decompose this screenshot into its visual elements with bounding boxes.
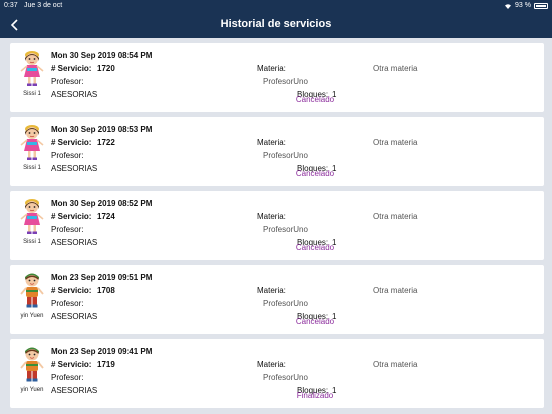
materia-value: Otra materia — [373, 286, 418, 295]
profesor-value: ProfesorUno — [263, 151, 308, 160]
page-title: Historial de servicios — [220, 18, 332, 30]
servicio-label: # Servicio: — [51, 138, 92, 147]
servicio-label: # Servicio: — [51, 212, 92, 221]
battery-icon — [534, 2, 548, 9]
service-date: Mon 30 Sep 2019 08:54 PM — [51, 51, 153, 60]
boy-avatar-icon — [20, 272, 44, 309]
tipo-text: ASESORIAS — [51, 386, 98, 395]
materia-label: Materia: — [257, 212, 286, 221]
wifi-icon — [505, 3, 512, 9]
service-date: Mon 30 Sep 2019 08:53 PM — [51, 125, 153, 134]
status-label: Cancelado — [295, 169, 335, 178]
status-bar: 0:37 Jue 3 de oct 93 % — [0, 0, 552, 12]
profesor-value: ProfesorUno — [263, 77, 308, 86]
servicio-label: # Servicio: — [51, 360, 92, 369]
service-card[interactable]: Sissi 1 Mon 30 Sep 2019 08:54 PM # Servici… — [10, 43, 544, 112]
tipo-text: ASESORIAS — [51, 90, 98, 99]
girl-avatar-icon — [20, 198, 44, 235]
service-date: Mon 23 Sep 2019 09:41 PM — [51, 347, 153, 356]
service-date: Mon 23 Sep 2019 09:51 PM — [51, 273, 153, 282]
materia-label: Materia: — [257, 286, 286, 295]
materia-value: Otra materia — [373, 64, 418, 73]
servicio-number: 1720 — [97, 64, 115, 73]
servicio-number: 1724 — [97, 212, 115, 221]
battery-percent: 93 % — [515, 2, 531, 9]
status-time: 0:37 — [4, 2, 18, 9]
user-name: yin Yuen — [20, 387, 44, 393]
materia-label: Materia: — [257, 138, 286, 147]
servicio-number: 1722 — [97, 138, 115, 147]
profesor-label: Profesor: — [51, 225, 84, 234]
servicio-number: 1708 — [97, 286, 115, 295]
materia-value: Otra materia — [373, 360, 418, 369]
girl-avatar-icon — [20, 124, 44, 161]
service-card[interactable]: yin Yuen Mon 23 Sep 2019 09:41 PM # Servic… — [10, 339, 544, 408]
servicio-label: # Servicio: — [51, 64, 92, 73]
service-card[interactable]: yin Yuen Mon 23 Sep 2019 09:51 PM # Servic… — [10, 265, 544, 334]
user-name: Sissi 1 — [23, 239, 41, 245]
boy-avatar-icon — [20, 346, 44, 383]
status-label: Cancelado — [295, 95, 335, 104]
user-name: Sissi 1 — [23, 165, 41, 171]
services-list[interactable]: Sissi 1 Mon 30 Sep 2019 08:54 PM # Servici… — [0, 38, 552, 414]
status-right: 93 % — [504, 2, 548, 9]
tipo-text: ASESORIAS — [51, 238, 98, 247]
profesor-value: ProfesorUno — [263, 299, 308, 308]
materia-label: Materia: — [257, 360, 286, 369]
service-card[interactable]: Sissi 1 Mon 30 Sep 2019 08:52 PM # Servici… — [10, 191, 544, 260]
servicio-number: 1719 — [97, 360, 115, 369]
profesor-label: Profesor: — [51, 77, 84, 86]
servicio-label: # Servicio: — [51, 286, 92, 295]
service-card[interactable]: Sissi 1 Mon 30 Sep 2019 08:53 PM # Servici… — [10, 117, 544, 186]
tipo-text: ASESORIAS — [51, 312, 98, 321]
status-label: Finalizado — [296, 391, 334, 400]
materia-value: Otra materia — [373, 138, 418, 147]
nav-bar: Historial de servicios — [0, 12, 552, 38]
user-name: yin Yuen — [20, 313, 44, 319]
service-date: Mon 30 Sep 2019 08:52 PM — [51, 199, 153, 208]
profesor-value: ProfesorUno — [263, 225, 308, 234]
girl-avatar-icon — [20, 50, 44, 87]
materia-label: Materia: — [257, 64, 286, 73]
status-label: Cancelado — [295, 317, 335, 326]
user-name: Sissi 1 — [23, 91, 41, 97]
profesor-label: Profesor: — [51, 151, 84, 160]
status-label: Cancelado — [295, 243, 335, 252]
profesor-label: Profesor: — [51, 299, 84, 308]
profesor-value: ProfesorUno — [263, 373, 308, 382]
status-date: Jue 3 de oct — [24, 2, 63, 9]
profesor-label: Profesor: — [51, 373, 84, 382]
materia-value: Otra materia — [373, 212, 418, 221]
tipo-text: ASESORIAS — [51, 164, 98, 173]
